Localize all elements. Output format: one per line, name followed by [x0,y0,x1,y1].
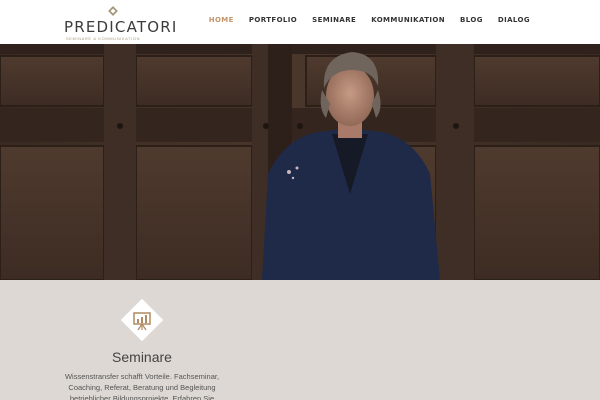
nav-seminare[interactable]: SEMINARE [312,16,356,24]
logo-subtitle: SEMINARE & KOMMUNIKATION [66,36,141,41]
nav-home[interactable]: HOME [209,16,234,24]
logo-text: PREDICATORI [64,18,178,36]
nav-blog[interactable]: BLOG [460,16,483,24]
nav-portfolio[interactable]: PORTFOLIO [249,16,297,24]
logo-diamond-icon [108,6,118,16]
hero-illustration [0,44,600,280]
feature-section: Seminare Wissenstransfer schafft Vorteil… [0,280,600,400]
presentation-board-icon[interactable] [120,298,164,342]
main-nav: HOME PORTFOLIO SEMINARE KOMMUNIKATION BL… [194,16,530,24]
site-logo[interactable]: PREDICATORI SEMINARE & KOMMUNIKATION [64,6,178,41]
hero-image [0,44,600,280]
nav-kommunikation[interactable]: KOMMUNIKATION [371,16,445,24]
site-header: PREDICATORI SEMINARE & KOMMUNIKATION HOM… [0,0,600,44]
feature-description: Wissenstransfer schafft Vorteile. Fachse… [64,372,220,400]
feature-title[interactable]: Seminare [62,349,222,365]
nav-dialog[interactable]: DIALOG [498,16,530,24]
